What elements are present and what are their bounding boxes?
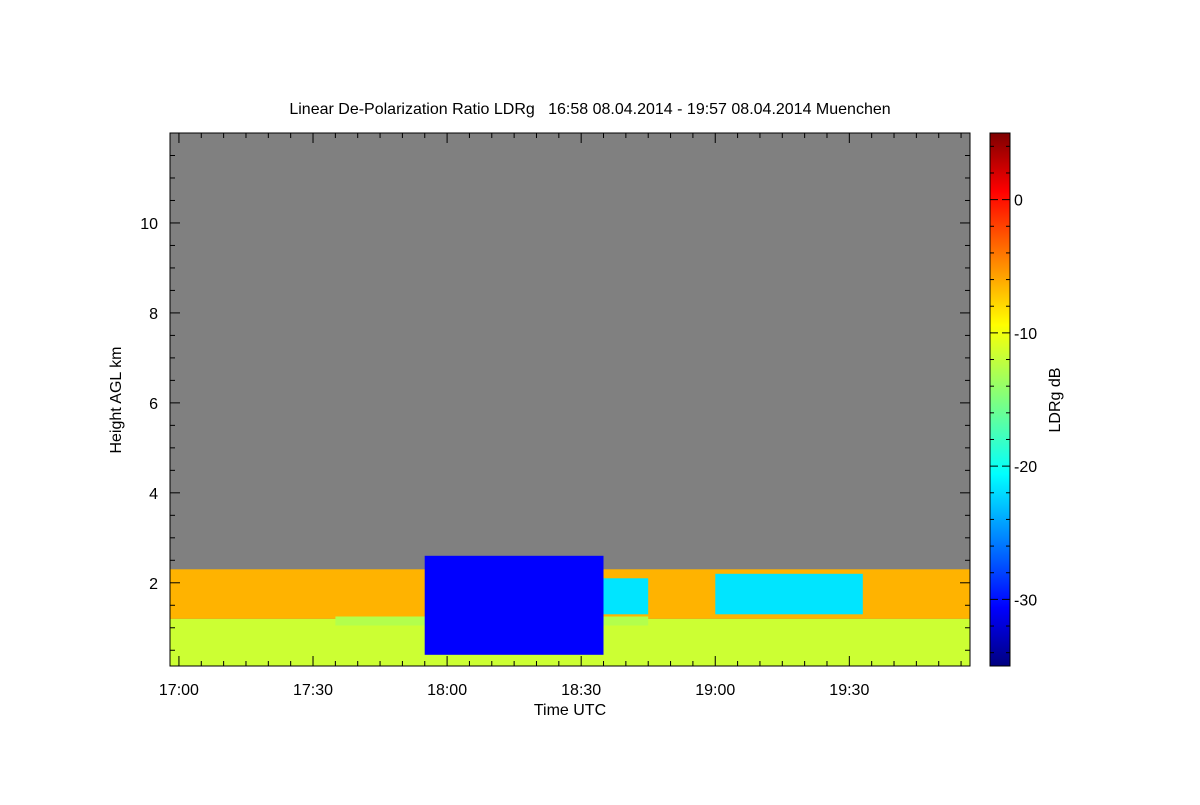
colorbar-tick-label: -30 [1014,592,1037,609]
y-tick-label: 6 [149,396,158,413]
x-tick-label: 19:30 [829,682,869,699]
x-tick-label: 18:30 [561,682,601,699]
heatmap-cell [715,573,863,615]
colorbar-tick-label: 0 [1014,193,1023,210]
y-tick-label: 2 [149,576,158,593]
x-tick-label: 19:00 [695,682,735,699]
heatmap-cell [603,578,649,615]
chart-title: Linear De-Polarization Ratio LDRg 16:58 … [289,101,890,118]
colorbar-label: LDRg dB [1047,368,1064,433]
x-tick-label: 17:00 [159,682,199,699]
y-tick-label: 4 [149,486,158,503]
x-tick-label: 17:30 [293,682,333,699]
colorbar-tick-label: -10 [1014,326,1037,343]
colorbar-tick-label: -20 [1014,459,1037,476]
y-tick-label: 8 [149,306,158,323]
y-tick-label: 10 [140,216,158,233]
x-axis-label: Time UTC [534,702,606,719]
ldr-chart: Linear De-Polarization Ratio LDRg 16:58 … [0,0,1200,800]
x-tick-label: 18:00 [427,682,467,699]
heatmap-cells [170,555,970,666]
colorbar [989,132,1011,667]
heatmap-cell [424,555,604,655]
y-axis-label: Height AGL km [108,346,125,453]
